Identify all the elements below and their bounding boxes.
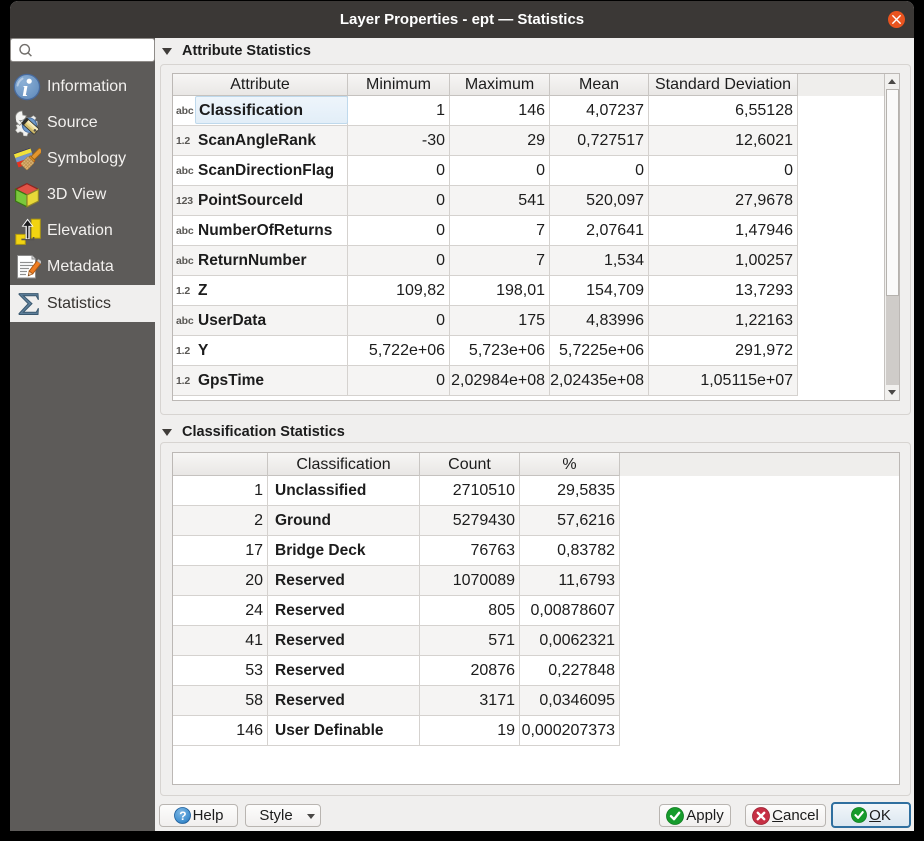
svg-text:ı: ı: [22, 76, 28, 101]
svg-text:?: ?: [179, 809, 186, 823]
